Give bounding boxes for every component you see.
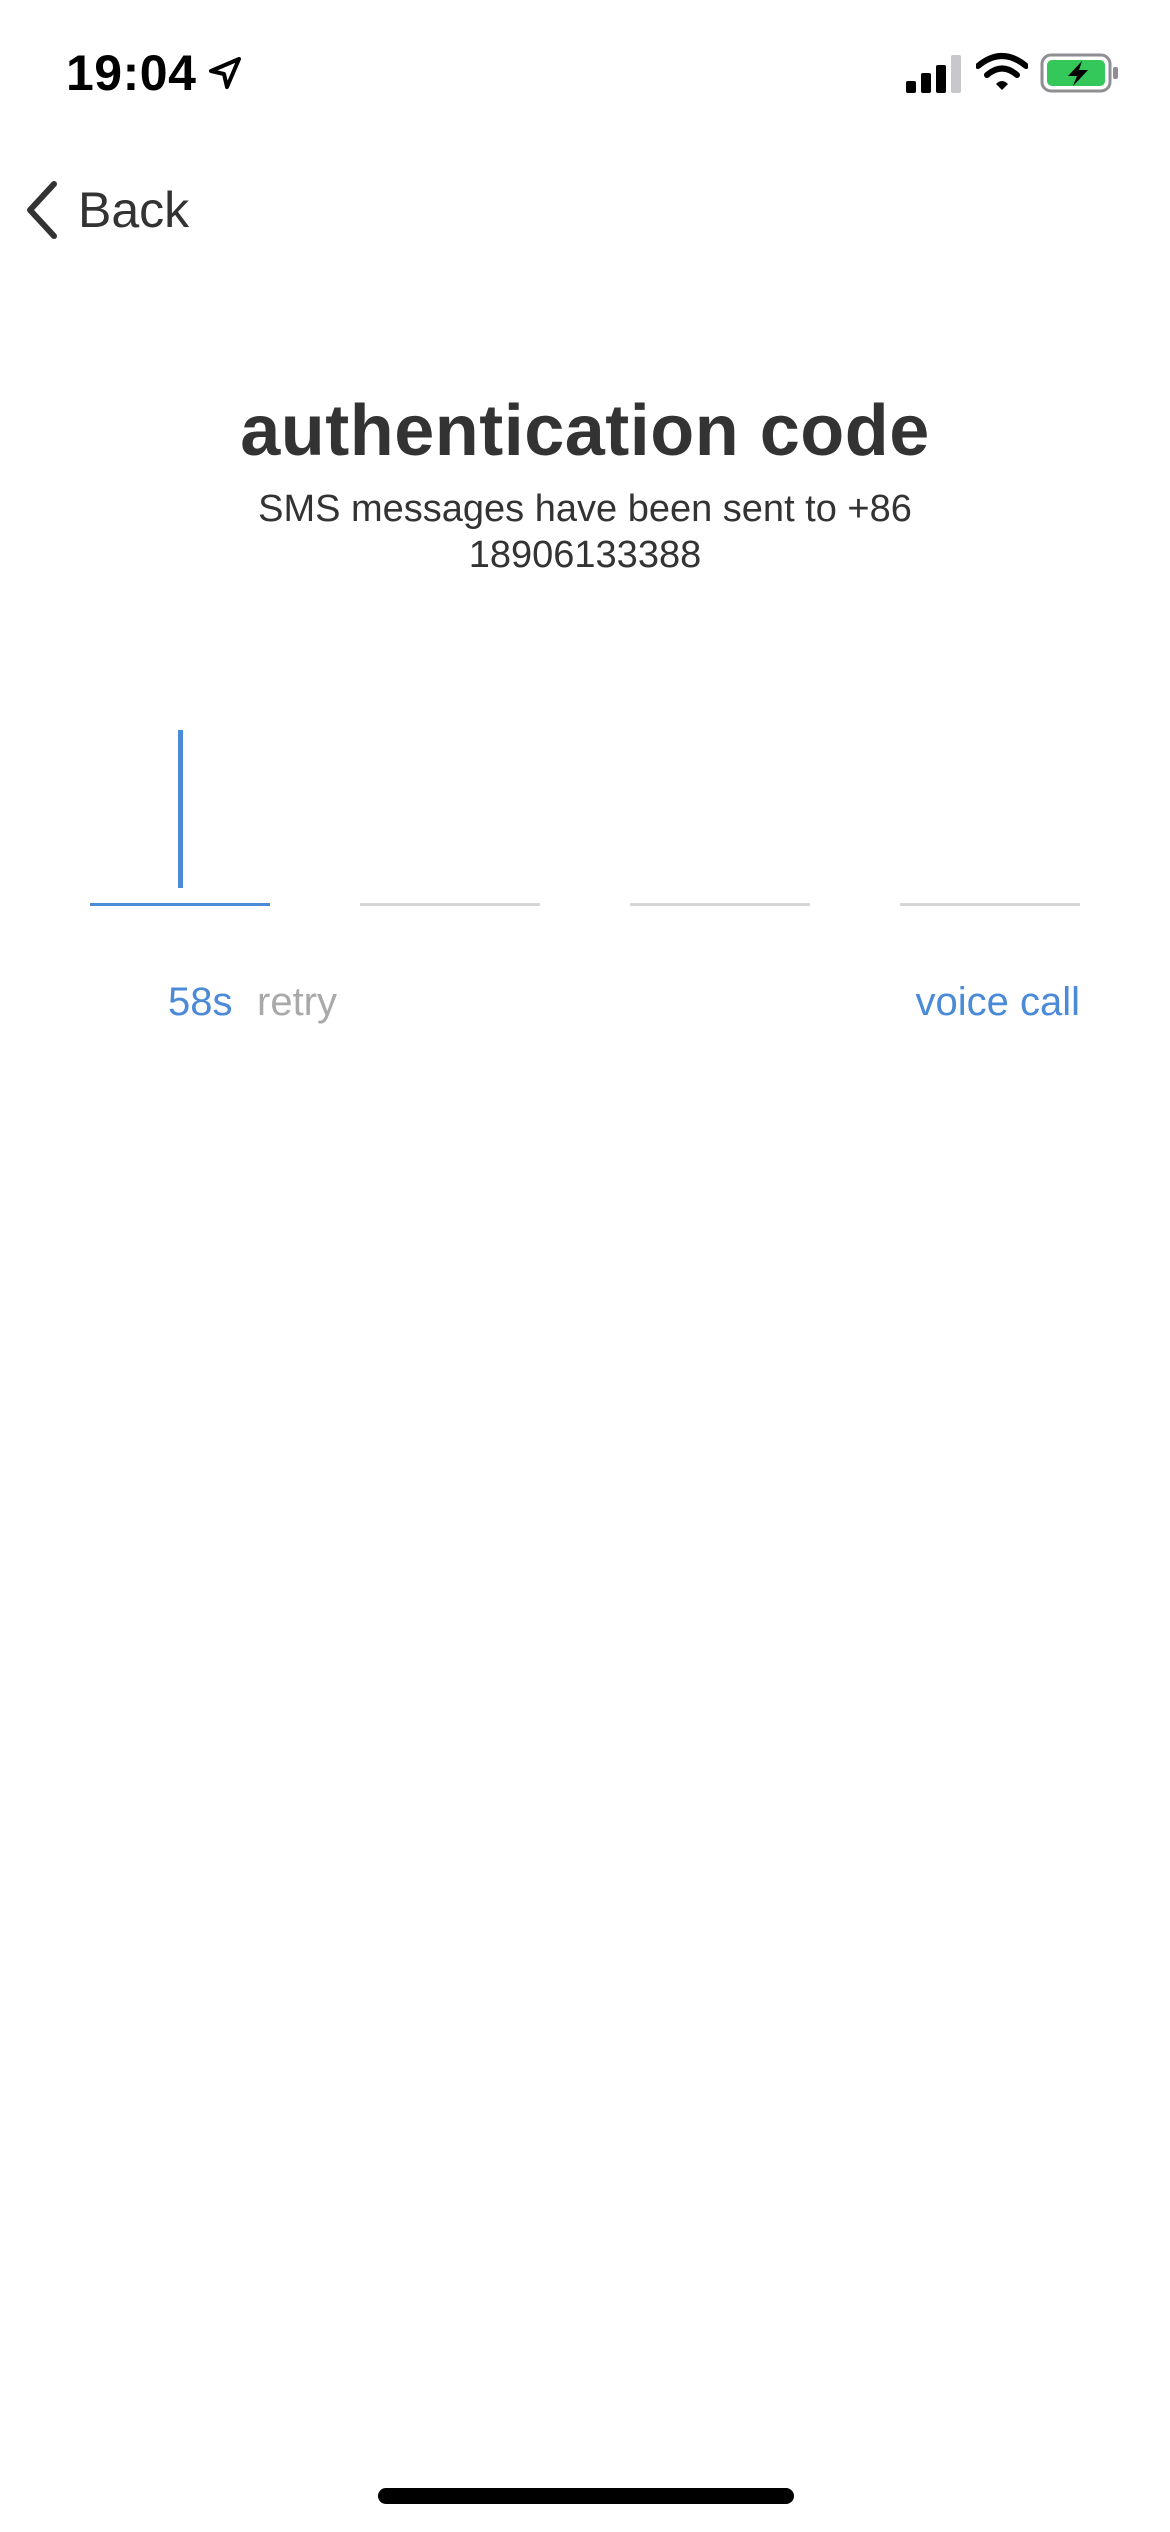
code-digit-2[interactable]: [360, 700, 540, 906]
wifi-icon: [976, 53, 1028, 90]
location-arrow-icon: [209, 57, 241, 89]
voice-call-button[interactable]: voice call: [915, 980, 1080, 1025]
text-cursor: [178, 730, 183, 888]
code-digit-underline: [900, 903, 1080, 906]
cellular-signal-icon: [906, 55, 961, 93]
code-digit-1[interactable]: [90, 700, 270, 906]
home-indicator[interactable]: [378, 2488, 794, 2504]
chevron-left-icon: [27, 181, 57, 239]
status-time: 19:04: [66, 45, 197, 101]
code-digit-underline: [630, 903, 810, 906]
back-label: Back: [78, 182, 190, 238]
page-title: authentication code: [240, 391, 930, 471]
code-digit-4[interactable]: [900, 700, 1080, 906]
battery-charging-icon: [1040, 53, 1118, 93]
retry-button[interactable]: retry: [257, 980, 337, 1025]
back-button[interactable]: Back: [22, 170, 222, 250]
code-digit-underline: [360, 903, 540, 906]
code-digit-underline: [90, 903, 270, 906]
code-digit-3[interactable]: [630, 700, 810, 906]
status-bar: 19:04: [0, 0, 1170, 150]
resend-countdown: 58s: [168, 980, 233, 1024]
sms-sent-message: SMS messages have been sent to +86 18906…: [258, 488, 912, 576]
